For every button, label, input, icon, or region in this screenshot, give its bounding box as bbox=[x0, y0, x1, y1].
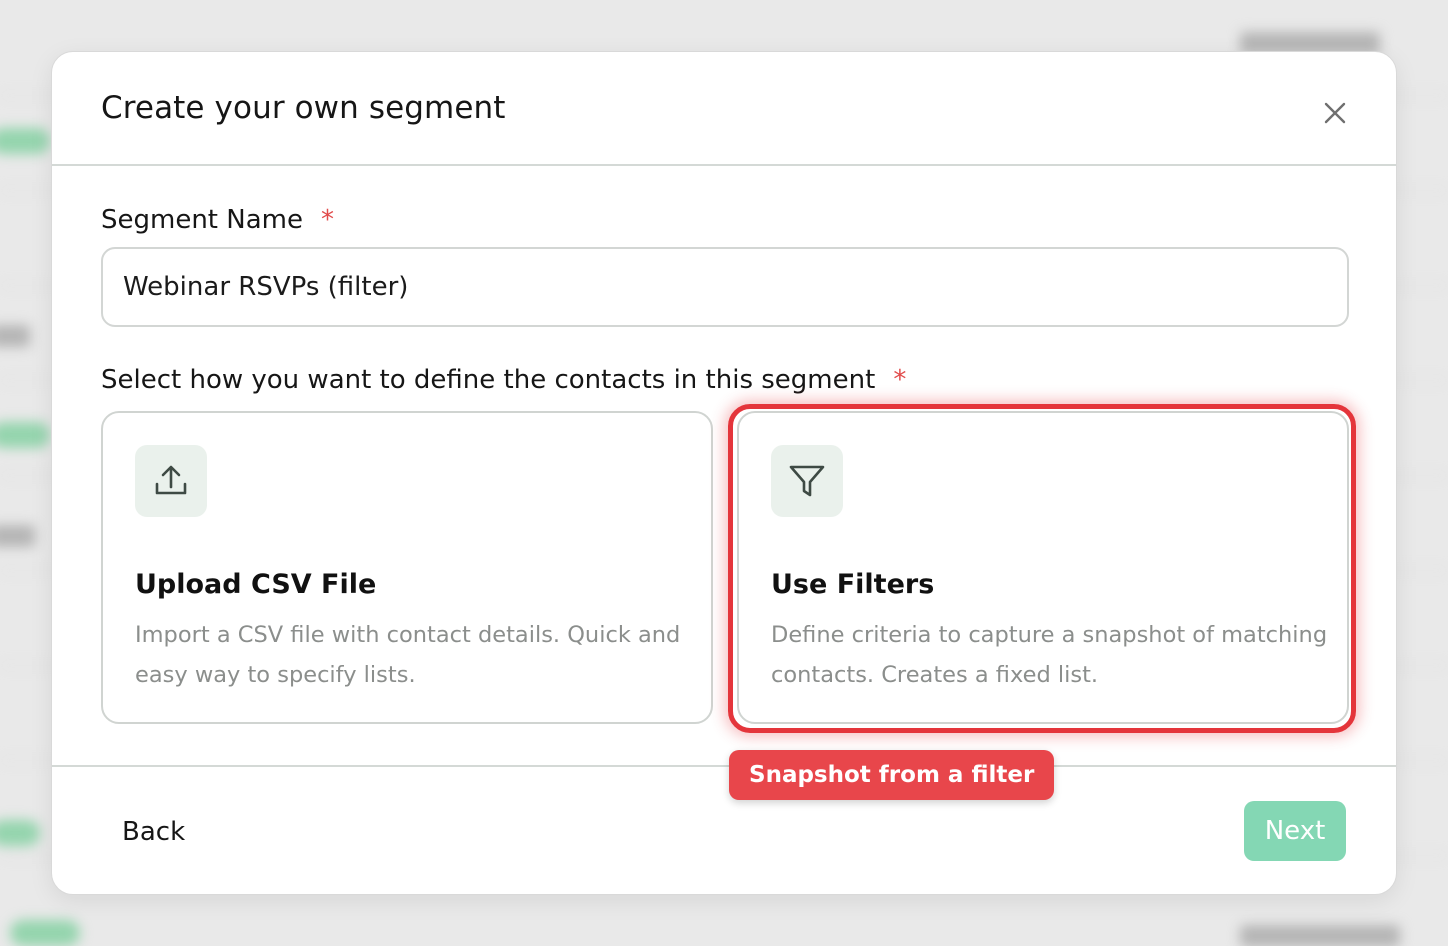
upload-icon bbox=[155, 465, 187, 495]
define-method-label-text: Select how you want to define the contac… bbox=[101, 365, 876, 395]
filter-icon bbox=[789, 465, 825, 497]
required-marker: * bbox=[893, 365, 907, 395]
annotation-badge: Snapshot from a filter bbox=[729, 750, 1055, 800]
segment-name-input[interactable] bbox=[101, 247, 1349, 327]
upload-csv-title: Upload CSV File bbox=[135, 569, 377, 600]
footer-divider bbox=[52, 765, 1396, 767]
upload-csv-description: Import a CSV file with contact details. … bbox=[135, 622, 681, 688]
required-marker: * bbox=[320, 205, 334, 235]
next-button[interactable]: Next bbox=[1244, 801, 1346, 861]
define-method-label: Select how you want to define the contac… bbox=[101, 365, 906, 395]
segment-name-label-text: Segment Name bbox=[101, 205, 303, 235]
use-filters-option-card[interactable]: Use Filters Define criteria to capture a… bbox=[737, 411, 1349, 724]
upload-csv-option-card[interactable]: Upload CSV File Import a CSV file with c… bbox=[101, 411, 713, 724]
use-filters-title: Use Filters bbox=[771, 569, 935, 600]
back-button[interactable]: Back bbox=[102, 804, 205, 860]
close-icon bbox=[1324, 102, 1346, 124]
segment-name-label: Segment Name * bbox=[101, 205, 334, 235]
upload-icon-box bbox=[135, 445, 207, 517]
close-button[interactable] bbox=[1318, 96, 1352, 130]
use-filters-description: Define criteria to capture a snapshot of… bbox=[771, 622, 1328, 688]
modal-header: Create your own segment bbox=[52, 52, 1396, 166]
filter-icon-box bbox=[771, 445, 843, 517]
create-segment-modal: Create your own segment Segment Name * Se… bbox=[51, 51, 1397, 895]
modal-title: Create your own segment bbox=[101, 90, 506, 126]
